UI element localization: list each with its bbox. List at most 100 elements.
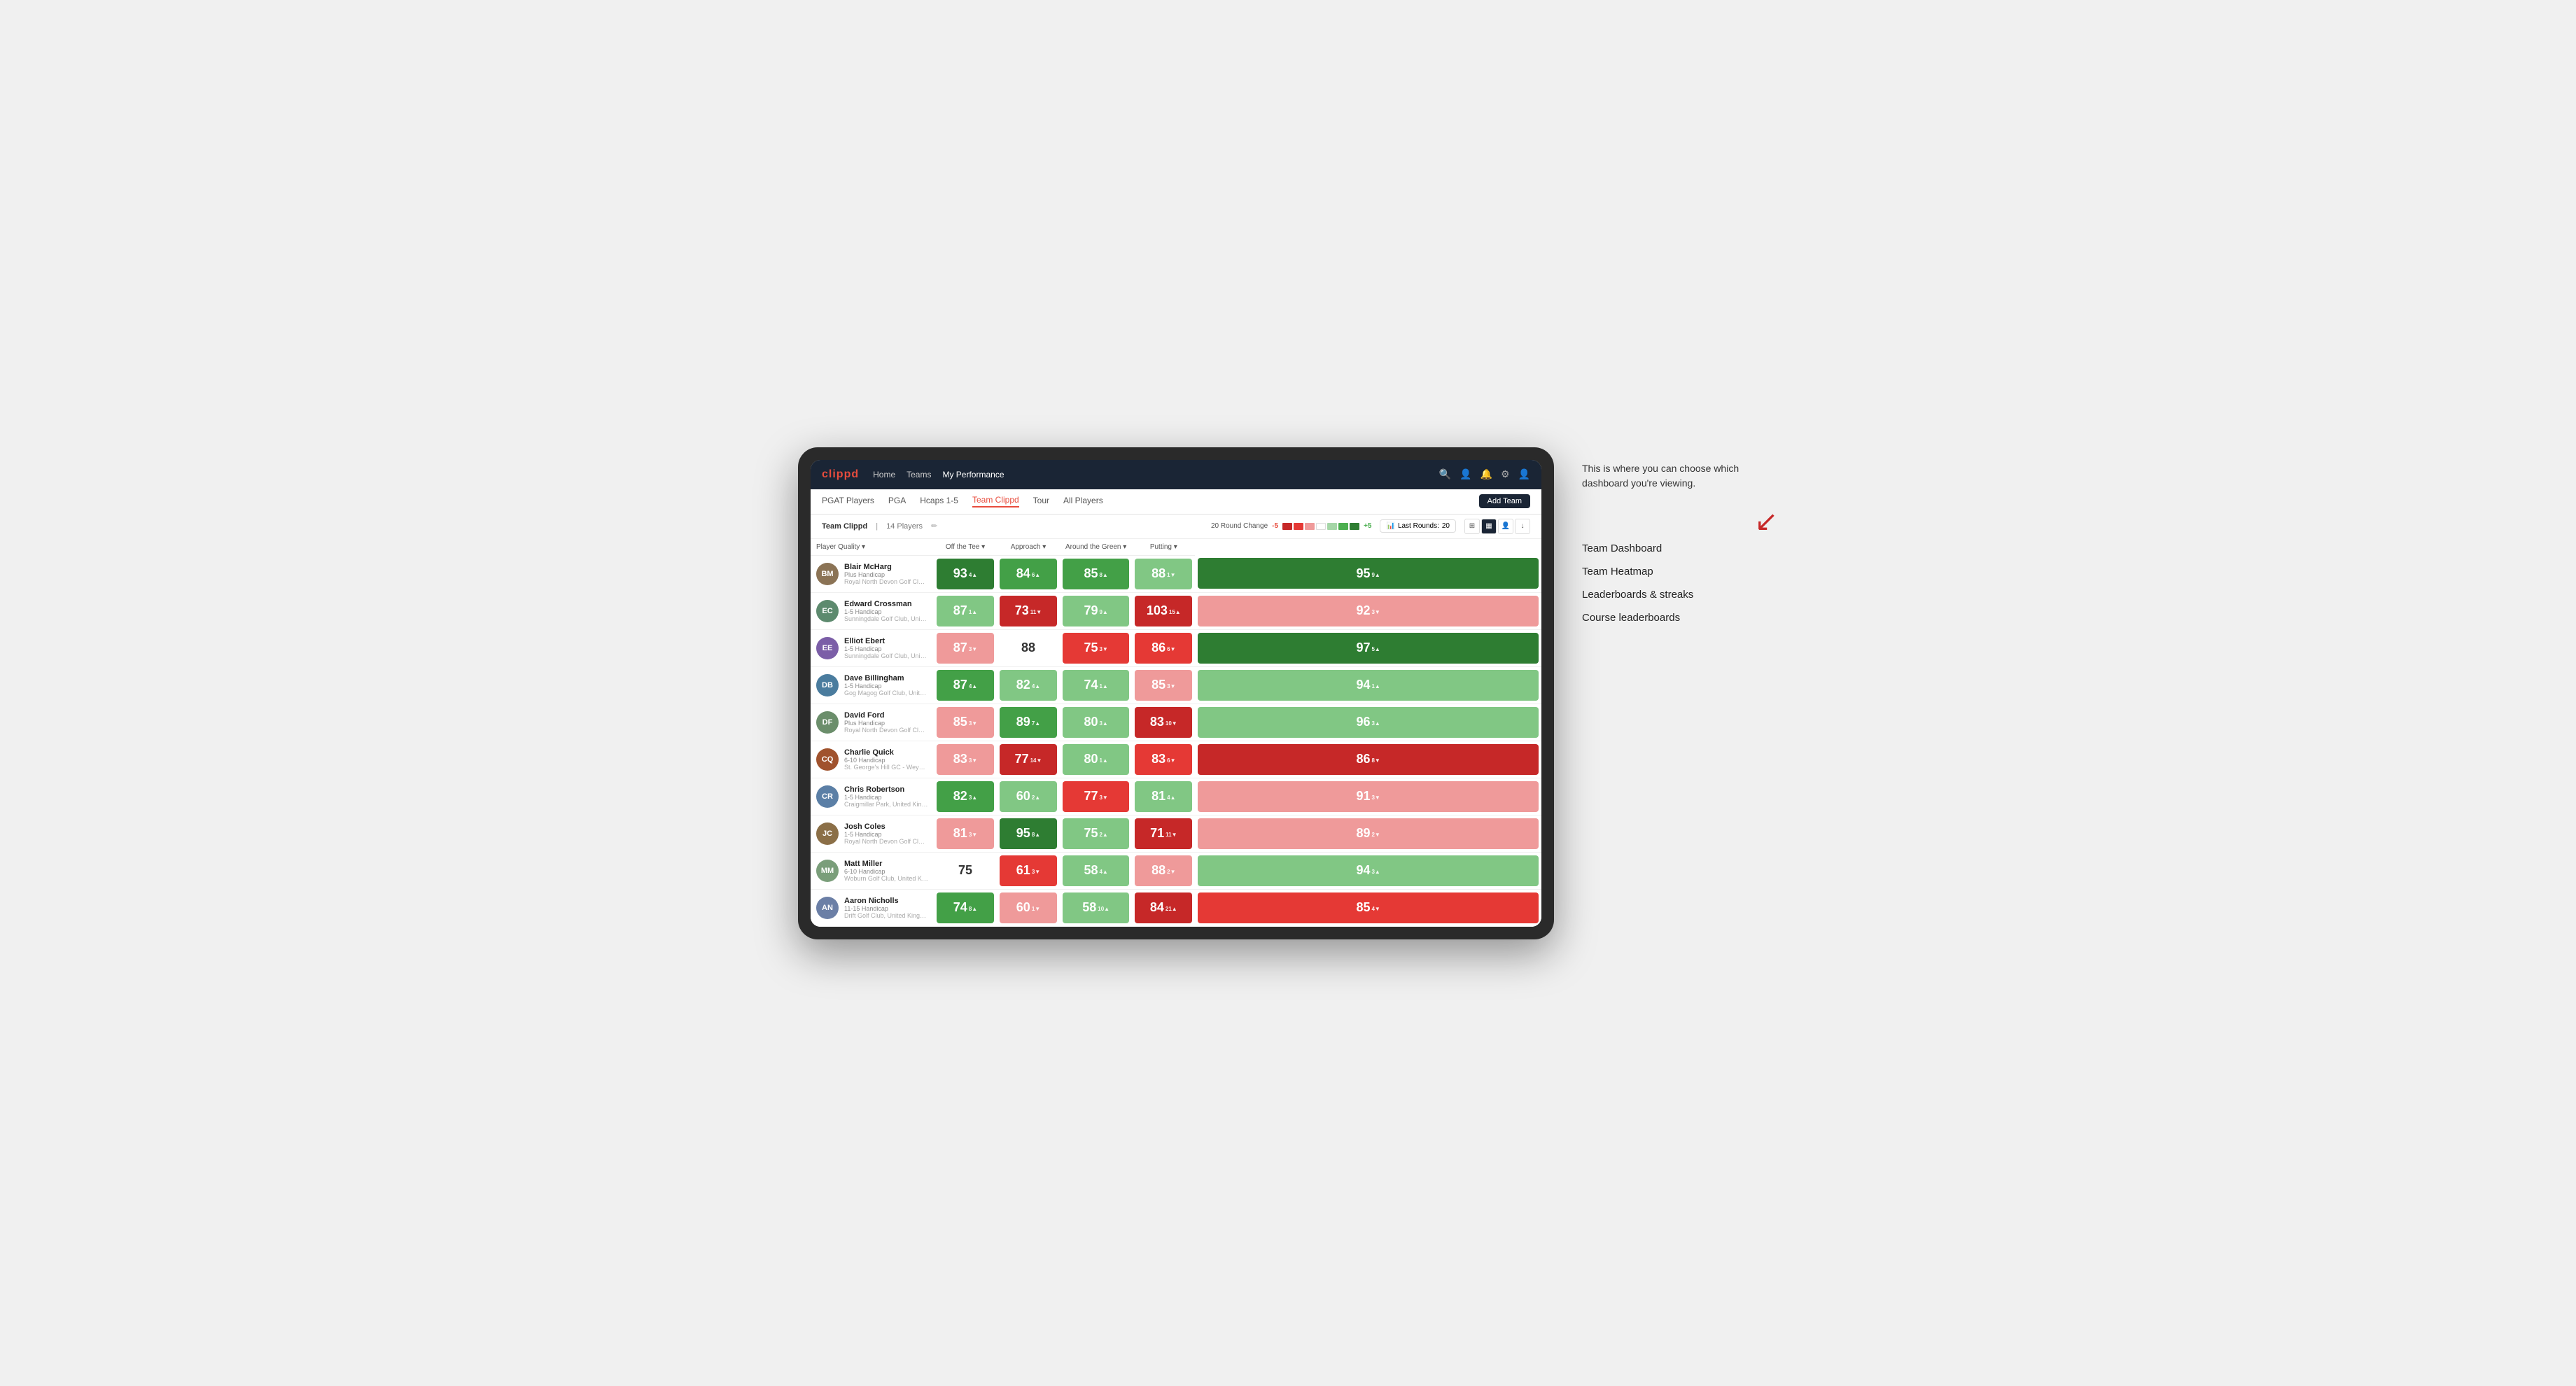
- score-cell-off_tee: 60 2▲: [997, 778, 1060, 815]
- score-cell-putting: 96 3▲: [1195, 704, 1541, 741]
- view-grid-button[interactable]: ⊞: [1464, 519, 1480, 534]
- score-cell-putting: 91 3▼: [1195, 778, 1541, 815]
- nav-teams[interactable]: Teams: [906, 470, 931, 479]
- player-info: Charlie Quick 6-10 Handicap St. George's…: [844, 748, 928, 771]
- player-club: Woburn Golf Club, United Kingdom: [844, 875, 928, 882]
- table-row[interactable]: CR Chris Robertson 1-5 Handicap Craigmil…: [811, 778, 1541, 815]
- table-row[interactable]: EC Edward Crossman 1-5 Handicap Sunningd…: [811, 592, 1541, 629]
- score-cell-player_quality: 75: [934, 852, 997, 889]
- table-row[interactable]: DB Dave Billingham 1-5 Handicap Gog Mago…: [811, 666, 1541, 704]
- heatmap-seg-6: [1338, 523, 1348, 530]
- col-header-putting[interactable]: Putting ▾: [1132, 539, 1195, 556]
- player-handicap: Plus Handicap: [844, 571, 928, 578]
- heatmap-seg-4: [1316, 523, 1326, 530]
- edit-icon[interactable]: ✏: [931, 522, 937, 531]
- player-cell: EC Edward Crossman 1-5 Handicap Sunningd…: [811, 592, 934, 629]
- col-header-player[interactable]: Player Quality ▾: [811, 539, 934, 556]
- avatar: JC: [816, 822, 839, 845]
- last-rounds-value: 20: [1442, 522, 1450, 530]
- score-cell-around_green: 85 3▼: [1132, 666, 1195, 704]
- plus-label: +5: [1364, 522, 1371, 530]
- table-row[interactable]: AN Aaron Nicholls 11-15 Handicap Drift G…: [811, 889, 1541, 926]
- subnav-hcaps[interactable]: Hcaps 1-5: [920, 496, 958, 507]
- table-row[interactable]: CQ Charlie Quick 6-10 Handicap St. Georg…: [811, 741, 1541, 778]
- score-cell-around_green: 83 10▼: [1132, 704, 1195, 741]
- heatmap-seg-3: [1305, 523, 1315, 530]
- nav-icons: 🔍 👤 🔔 ⚙ 👤: [1439, 468, 1530, 480]
- team-count: 14 Players: [886, 522, 923, 531]
- avatar: DF: [816, 711, 839, 734]
- view-table-button[interactable]: ▦: [1481, 519, 1497, 534]
- avatar: AN: [816, 897, 839, 919]
- score-cell-approach: 80 3▲: [1060, 704, 1132, 741]
- score-cell-around_green: 84 21▲: [1132, 889, 1195, 926]
- score-cell-player_quality: 85 3▼: [934, 704, 997, 741]
- table-row[interactable]: BM Blair McHarg Plus Handicap Royal Nort…: [811, 555, 1541, 592]
- score-cell-player_quality: 74 8▲: [934, 889, 997, 926]
- avatar: MM: [816, 860, 839, 882]
- player-name: Edward Crossman: [844, 600, 928, 608]
- table-row[interactable]: DF David Ford Plus Handicap Royal North …: [811, 704, 1541, 741]
- last-rounds-button[interactable]: 📊 Last Rounds: 20: [1380, 519, 1456, 533]
- score-cell-off_tee: 77 14▼: [997, 741, 1060, 778]
- add-team-button[interactable]: Add Team: [1479, 494, 1530, 508]
- subnav-team-clippd[interactable]: Team Clippd: [972, 495, 1019, 507]
- nav-home[interactable]: Home: [873, 470, 895, 479]
- heatmap-seg-5: [1327, 523, 1337, 530]
- score-cell-putting: 86 8▼: [1195, 741, 1541, 778]
- settings-icon[interactable]: ⚙: [1501, 468, 1510, 480]
- avatar: EE: [816, 637, 839, 659]
- score-cell-putting: 94 1▲: [1195, 666, 1541, 704]
- bell-icon[interactable]: 🔔: [1480, 468, 1492, 480]
- search-icon[interactable]: 🔍: [1439, 468, 1451, 480]
- table-row[interactable]: MM Matt Miller 6-10 Handicap Woburn Golf…: [811, 852, 1541, 889]
- player-handicap: 1-5 Handicap: [844, 645, 928, 652]
- sidebar-annotation: This is where you can choose which dashb…: [1582, 447, 1778, 624]
- player-name: Matt Miller: [844, 860, 928, 868]
- score-cell-off_tee: 61 3▼: [997, 852, 1060, 889]
- score-cell-around_green: 88 2▼: [1132, 852, 1195, 889]
- subnav-pga[interactable]: PGA: [888, 496, 906, 507]
- score-cell-around_green: 103 15▲: [1132, 592, 1195, 629]
- subnav-pgat[interactable]: PGAT Players: [822, 496, 874, 507]
- nav-my-performance[interactable]: My Performance: [942, 470, 1004, 479]
- score-cell-player_quality: 87 3▼: [934, 629, 997, 666]
- tablet-frame: clippd Home Teams My Performance 🔍 👤 🔔 ⚙…: [798, 447, 1554, 939]
- avatar: EC: [816, 600, 839, 622]
- score-cell-putting: 97 5▲: [1195, 629, 1541, 666]
- col-header-around-green[interactable]: Around the Green ▾: [1060, 539, 1132, 556]
- score-cell-approach: 80 1▲: [1060, 741, 1132, 778]
- table-row[interactable]: JC Josh Coles 1-5 Handicap Royal North D…: [811, 815, 1541, 852]
- logo: clippd: [822, 468, 859, 481]
- table-row[interactable]: EE Elliot Ebert 1-5 Handicap Sunningdale…: [811, 629, 1541, 666]
- score-cell-approach: 75 3▼: [1060, 629, 1132, 666]
- player-info: Matt Miller 6-10 Handicap Woburn Golf Cl…: [844, 860, 928, 882]
- subnav-all-players[interactable]: All Players: [1063, 496, 1103, 507]
- avatar: BM: [816, 563, 839, 585]
- view-download-button[interactable]: ↓: [1515, 519, 1530, 534]
- account-icon[interactable]: 👤: [1518, 468, 1530, 480]
- col-header-off-tee[interactable]: Off the Tee ▾: [934, 539, 997, 556]
- score-cell-player_quality: 87 1▲: [934, 592, 997, 629]
- player-name: Elliot Ebert: [844, 637, 928, 645]
- col-header-approach[interactable]: Approach ▾: [997, 539, 1060, 556]
- annotation-item-2: Team Heatmap: [1582, 566, 1778, 578]
- last-rounds-label: Last Rounds:: [1398, 522, 1439, 530]
- outer-wrapper: clippd Home Teams My Performance 🔍 👤 🔔 ⚙…: [798, 447, 1778, 939]
- score-cell-putting: 85 4▼: [1195, 889, 1541, 926]
- heatmap-seg-2: [1294, 523, 1303, 530]
- view-person-button[interactable]: 👤: [1498, 519, 1513, 534]
- subnav-tour[interactable]: Tour: [1033, 496, 1049, 507]
- player-name: Josh Coles: [844, 822, 928, 831]
- player-cell: DB Dave Billingham 1-5 Handicap Gog Mago…: [811, 666, 934, 704]
- player-club: Gog Magog Golf Club, United Kingdom: [844, 690, 928, 696]
- score-cell-approach: 74 1▲: [1060, 666, 1132, 704]
- score-cell-approach: 75 2▲: [1060, 815, 1132, 852]
- player-info: Dave Billingham 1-5 Handicap Gog Magog G…: [844, 674, 928, 696]
- team-bar: Team Clippd | 14 Players ✏ 20 Round Chan…: [811, 514, 1541, 539]
- score-cell-off_tee: 60 1▼: [997, 889, 1060, 926]
- player-info: Josh Coles 1-5 Handicap Royal North Devo…: [844, 822, 928, 845]
- user-icon[interactable]: 👤: [1460, 468, 1471, 480]
- player-handicap: 6-10 Handicap: [844, 868, 928, 875]
- score-cell-around_green: 81 4▲: [1132, 778, 1195, 815]
